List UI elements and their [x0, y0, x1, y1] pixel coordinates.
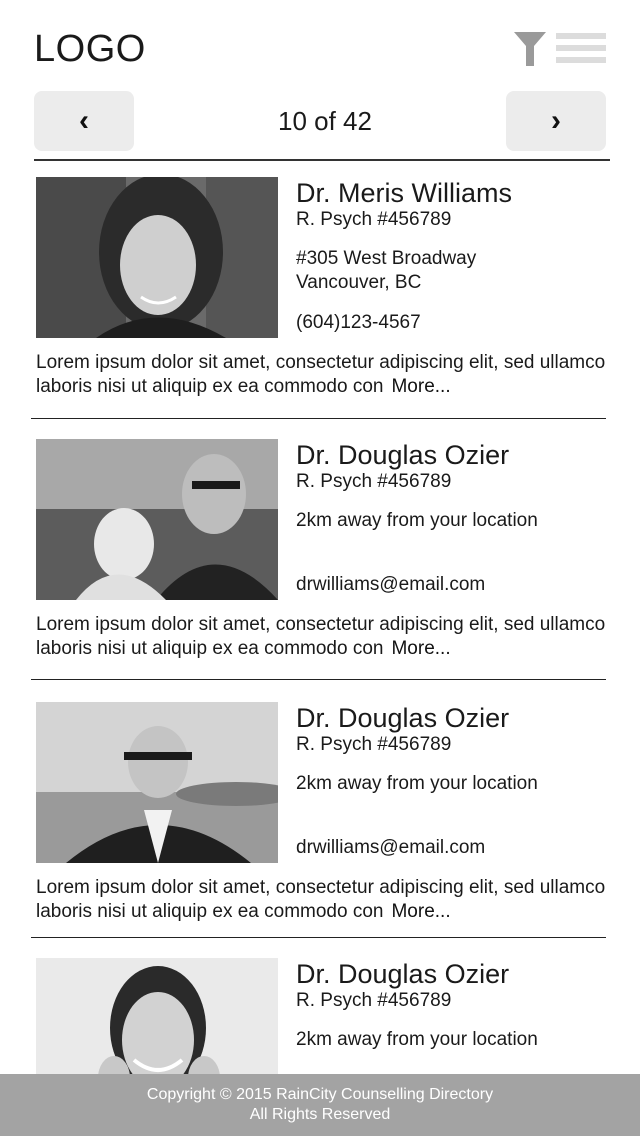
previous-page-button[interactable]: ‹ — [34, 91, 134, 151]
divider — [34, 159, 610, 161]
registration-number: R. Psych #456789 — [296, 990, 452, 1011]
registration-number: R. Psych #456789 — [296, 209, 452, 230]
header: LOGO — [0, 0, 640, 90]
email-address[interactable]: drwilliams@email.com — [296, 837, 485, 859]
therapist-name[interactable]: Dr. Douglas Ozier — [296, 703, 509, 734]
divider — [31, 679, 606, 680]
divider — [31, 418, 606, 419]
description: Lorem ipsum dolor sit amet, consectetur … — [36, 351, 616, 399]
description-text: Lorem ipsum dolor sit amet, consectetur … — [36, 352, 606, 397]
phone-number[interactable]: (604)123-4567 — [296, 312, 421, 334]
hamburger-menu-icon[interactable] — [556, 33, 606, 63]
list-item[interactable]: Dr. Meris Williams R. Psych #456789 #305… — [0, 177, 640, 419]
therapist-name[interactable]: Dr. Douglas Ozier — [296, 440, 509, 471]
logo[interactable]: LOGO — [34, 28, 146, 71]
copyright-text: Copyright © 2015 RainCity Counselling Di… — [146, 1086, 494, 1103]
registration-number: R. Psych #456789 — [296, 734, 452, 755]
next-page-button[interactable]: › — [506, 91, 606, 151]
distance-text: 2km away from your location — [296, 1029, 538, 1050]
description-text: Lorem ipsum dolor sit amet, consectetur … — [36, 877, 606, 922]
list-item[interactable]: Dr. Douglas Ozier R. Psych #456789 2km a… — [0, 958, 640, 1074]
more-link[interactable]: More... — [391, 638, 450, 659]
filter-icon[interactable] — [514, 32, 546, 66]
description: Lorem ipsum dolor sit amet, consectetur … — [36, 876, 616, 924]
description-text: Lorem ipsum dolor sit amet, consectetur … — [36, 614, 606, 659]
description: Lorem ipsum dolor sit amet, consectetur … — [36, 613, 616, 661]
directory-page: LOGO ‹ 10 of 42 › Dr. Meris Williams R. … — [0, 0, 640, 1136]
list-item[interactable]: Dr. Douglas Ozier R. Psych #456789 2km a… — [0, 702, 640, 938]
distance-text: 2km away from your location — [296, 510, 538, 531]
city-line: Vancouver, BC — [296, 272, 422, 293]
email-address[interactable]: drwilliams@email.com — [296, 574, 485, 596]
portrait-image — [36, 702, 278, 863]
divider — [31, 937, 606, 938]
portrait-image — [36, 439, 278, 600]
profile-photo[interactable] — [36, 702, 278, 863]
profile-photo[interactable] — [36, 958, 278, 1074]
distance-text: 2km away from your location — [296, 773, 538, 794]
rights-text: All Rights Reserved — [249, 1106, 391, 1123]
portrait-image — [36, 958, 278, 1074]
page-counter: 10 of 42 — [278, 106, 372, 136]
chevron-left-icon: ‹ — [79, 104, 89, 137]
therapist-name[interactable]: Dr. Meris Williams — [296, 178, 512, 209]
profile-photo[interactable] — [36, 439, 278, 600]
chevron-right-icon: › — [551, 104, 561, 137]
footer: Copyright © 2015 RainCity Counselling Di… — [0, 1074, 640, 1136]
portrait-image — [36, 177, 278, 338]
more-link[interactable]: More... — [391, 376, 450, 397]
more-link[interactable]: More... — [391, 901, 450, 922]
registration-number: R. Psych #456789 — [296, 471, 452, 492]
profile-photo[interactable] — [36, 177, 278, 338]
address-line: #305 West Broadway — [296, 248, 477, 269]
therapist-name[interactable]: Dr. Douglas Ozier — [296, 959, 509, 990]
pagination-bar: ‹ 10 of 42 › — [0, 90, 640, 152]
list-item[interactable]: Dr. Douglas Ozier R. Psych #456789 2km a… — [0, 439, 640, 681]
